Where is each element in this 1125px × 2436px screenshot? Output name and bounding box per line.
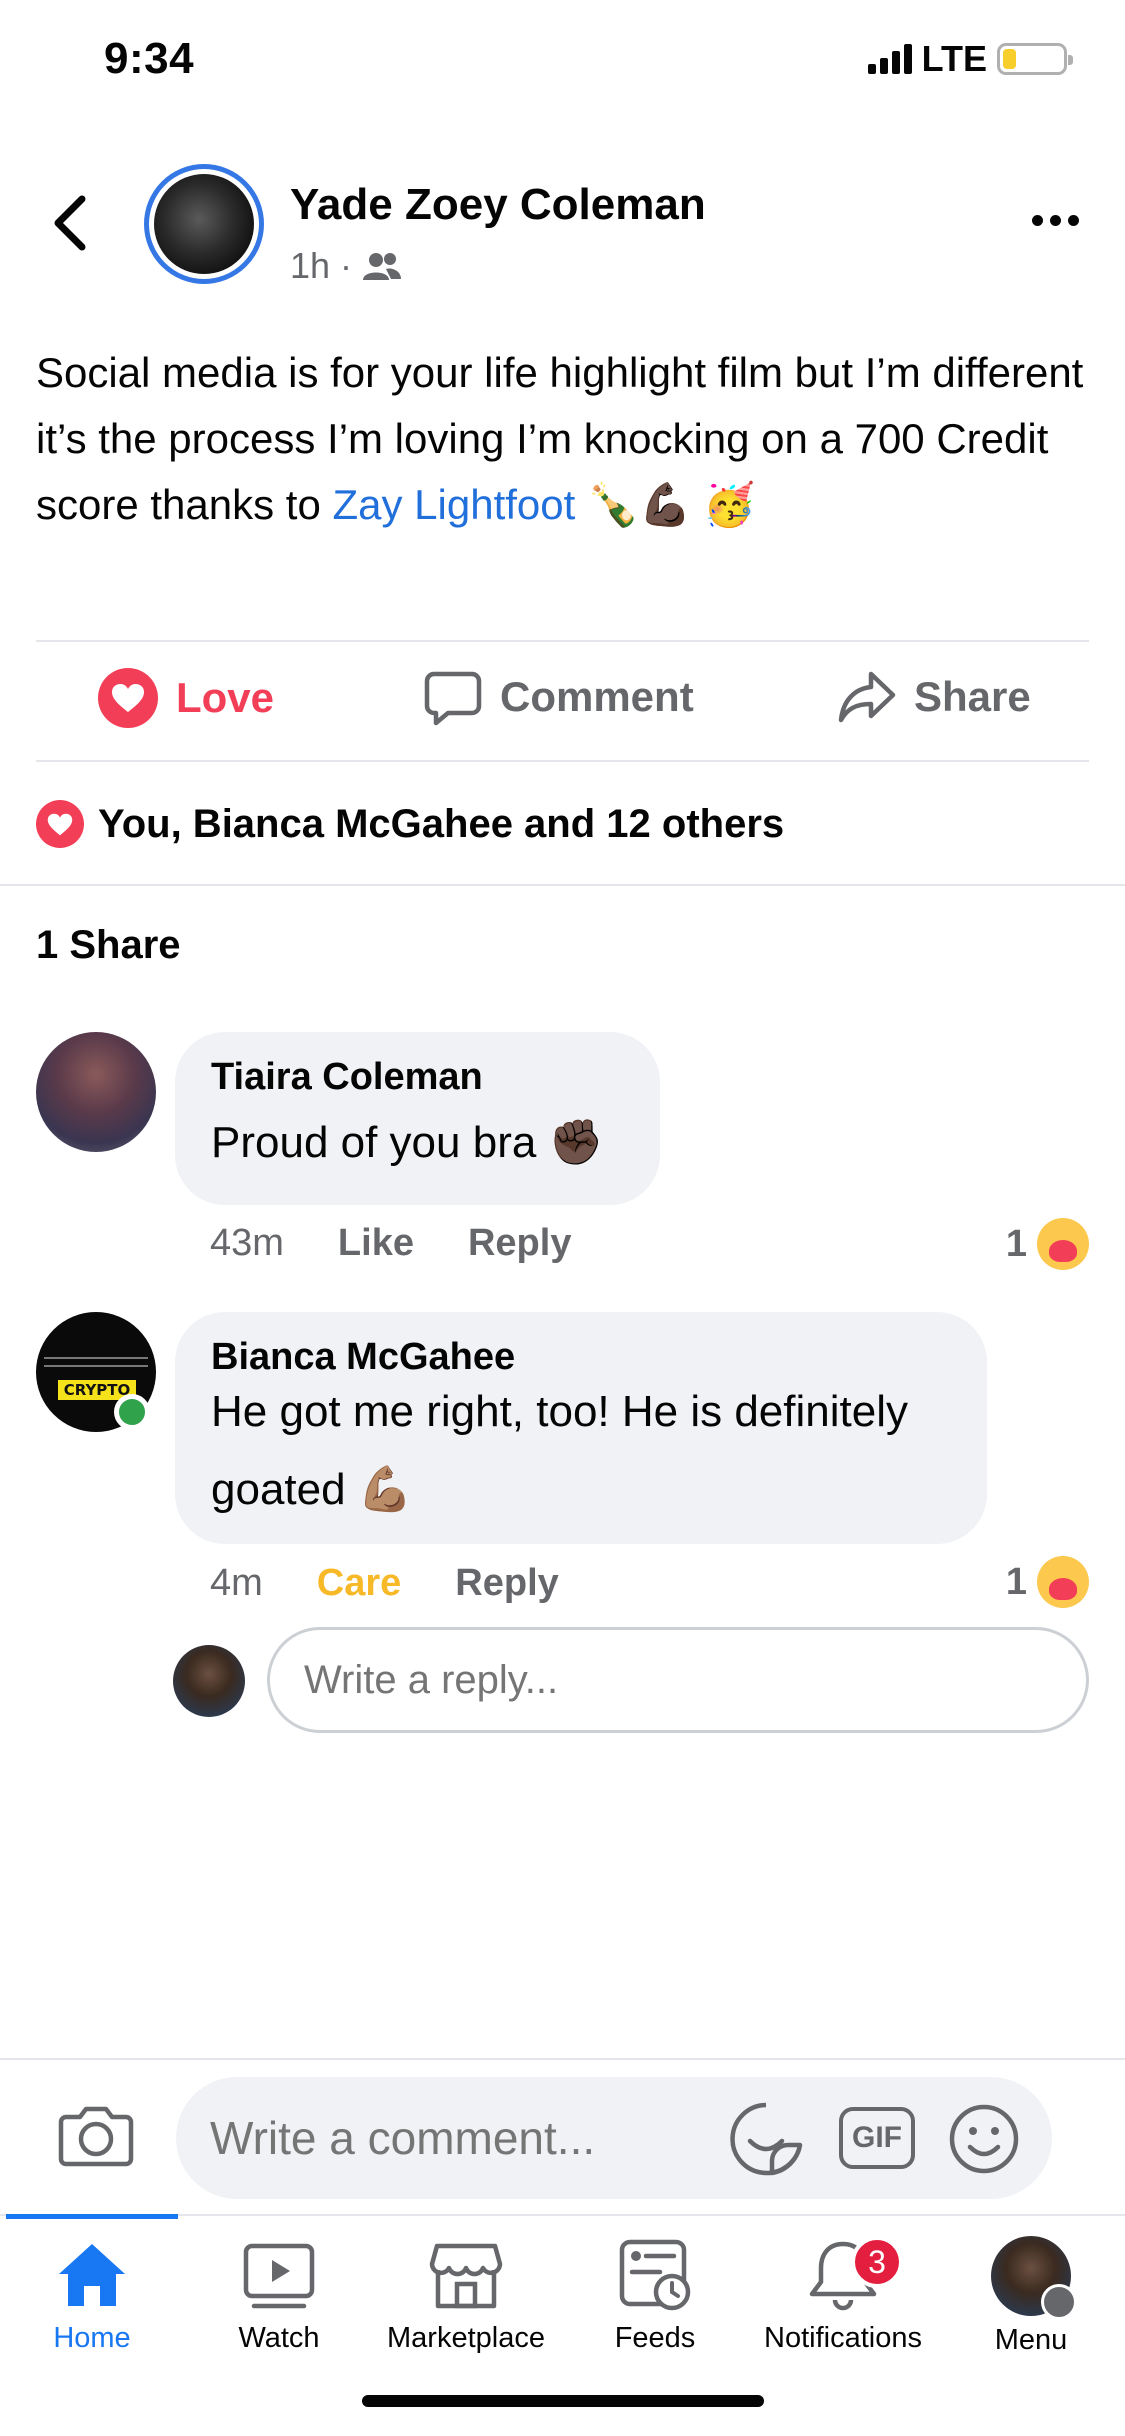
- commenter-name[interactable]: Tiaira Coleman: [211, 1056, 624, 1099]
- comment-time: 43m: [210, 1222, 284, 1264]
- share-button[interactable]: Share: [838, 668, 1031, 726]
- comment-emoji: 💪🏽: [357, 1465, 413, 1514]
- reply-input[interactable]: [267, 1627, 1089, 1733]
- comment-input[interactable]: [210, 2077, 690, 2199]
- tab-label: Menu: [994, 2324, 1068, 2356]
- camera-icon[interactable]: [58, 2103, 134, 2167]
- emoji-icon[interactable]: [946, 2101, 1022, 2177]
- heart-icon: [98, 668, 158, 728]
- tab-label: Watch: [238, 2322, 320, 2354]
- back-arrow-icon[interactable]: [46, 193, 96, 253]
- tab-marketplace[interactable]: Marketplace: [376, 2236, 556, 2355]
- comment-bubble[interactable]: Tiaira Coleman Proud of you bra ✊🏿: [175, 1032, 660, 1205]
- avatar-decoration: [44, 1357, 148, 1359]
- author-avatar[interactable]: [144, 164, 264, 284]
- tab-home[interactable]: Home: [2, 2236, 182, 2355]
- comment-text: Proud of you bra ✊🏿: [211, 1105, 624, 1181]
- reaction-count: 1: [1005, 1222, 1027, 1265]
- tab-feeds[interactable]: Feeds: [565, 2236, 745, 2355]
- divider: [36, 760, 1089, 762]
- post-emojis: 🍾💪🏿 🥳: [586, 481, 756, 528]
- reply-button[interactable]: Reply: [455, 1562, 558, 1605]
- comment-body: Proud of you bra: [211, 1118, 537, 1167]
- love-button[interactable]: Love: [98, 668, 274, 728]
- watch-icon: [243, 2243, 315, 2309]
- more-options-button[interactable]: [1032, 215, 1079, 226]
- share-label: Share: [914, 673, 1031, 720]
- care-reaction-icon: [1037, 1218, 1089, 1270]
- comment-reaction-count[interactable]: 1: [1006, 1556, 1089, 1608]
- status-time: 9:34: [104, 34, 195, 83]
- active-tab-indicator: [6, 2214, 178, 2219]
- signal-icon: [867, 44, 912, 74]
- notification-badge: 3: [851, 2236, 903, 2288]
- reply-button[interactable]: Reply: [468, 1222, 571, 1265]
- menu-avatar: [991, 2236, 1077, 2320]
- my-avatar: [173, 1645, 245, 1717]
- tab-notifications[interactable]: 3 Notifications: [753, 2236, 933, 2355]
- online-status-dot: [114, 1394, 150, 1430]
- bottom-tab-bar: Home Watch Marketplace Feeds 3 Notificat…: [0, 2214, 1125, 2374]
- friends-icon: [363, 253, 402, 280]
- comment-reaction-count[interactable]: 1: [1006, 1218, 1089, 1270]
- tab-menu[interactable]: Menu: [941, 2236, 1121, 2357]
- comment-time: 4m: [210, 1562, 263, 1604]
- reactions-summary[interactable]: You, Bianca McGahee and 12 others: [36, 800, 784, 848]
- avatar-decoration: [44, 1365, 148, 1367]
- gif-button[interactable]: GIF: [839, 2107, 915, 2169]
- home-icon: [59, 2244, 125, 2306]
- meta-separator: ·: [340, 245, 353, 286]
- author-name[interactable]: Yade Zoey Coleman: [290, 180, 706, 230]
- love-reaction-icon: [36, 800, 84, 848]
- care-button[interactable]: Care: [317, 1562, 402, 1605]
- tab-label: Marketplace: [387, 2322, 545, 2354]
- status-indicators: LTE: [867, 38, 1073, 80]
- reactions-text: You, Bianca McGahee and 12 others: [98, 801, 785, 846]
- home-indicator: [362, 2395, 764, 2407]
- divider: [0, 884, 1125, 886]
- tab-label: Notifications: [764, 2322, 922, 2354]
- reaction-count: 1: [1005, 1560, 1027, 1603]
- divider: [36, 640, 1089, 642]
- mention-link[interactable]: Zay Lightfoot: [332, 481, 575, 528]
- comment-bubble[interactable]: Bianca McGahee He got me right, too! He …: [175, 1312, 987, 1544]
- comment-composer[interactable]: GIF: [176, 2077, 1052, 2199]
- comment-meta: 4m Care Reply: [210, 1562, 559, 1605]
- like-button[interactable]: Like: [338, 1222, 414, 1265]
- comment-meta: 43m Like Reply: [210, 1222, 571, 1265]
- marketplace-icon: [429, 2243, 503, 2309]
- battery-icon: [997, 43, 1073, 75]
- care-reaction-icon: [1037, 1556, 1089, 1608]
- comment-body: He got me right, too! He is definitely g…: [211, 1387, 908, 1514]
- tab-watch[interactable]: Watch: [189, 2236, 369, 2355]
- network-type: LTE: [921, 38, 987, 79]
- divider: [0, 2058, 1125, 2060]
- menu-icon: [1041, 2284, 1077, 2320]
- comment-icon: [424, 671, 482, 726]
- post-text: Social media is for your life highlight …: [36, 340, 1096, 538]
- love-label: Love: [176, 674, 275, 721]
- post-meta: 1h ·: [290, 245, 402, 287]
- share-icon: [838, 671, 896, 723]
- feeds-icon: [619, 2239, 691, 2311]
- sticker-icon[interactable]: [728, 2101, 804, 2177]
- post-time[interactable]: 1h: [290, 245, 330, 287]
- comment-button[interactable]: Comment: [424, 668, 694, 726]
- tab-label: Home: [53, 2322, 131, 2354]
- comment-emoji: ✊🏿: [548, 1118, 604, 1167]
- comment-label: Comment: [500, 673, 694, 720]
- commenter-avatar[interactable]: [36, 1032, 156, 1152]
- tab-label: Feeds: [614, 2322, 696, 2354]
- comment-text: He got me right, too! He is definitely g…: [211, 1373, 951, 1529]
- shares-count[interactable]: 1 Share: [36, 923, 181, 968]
